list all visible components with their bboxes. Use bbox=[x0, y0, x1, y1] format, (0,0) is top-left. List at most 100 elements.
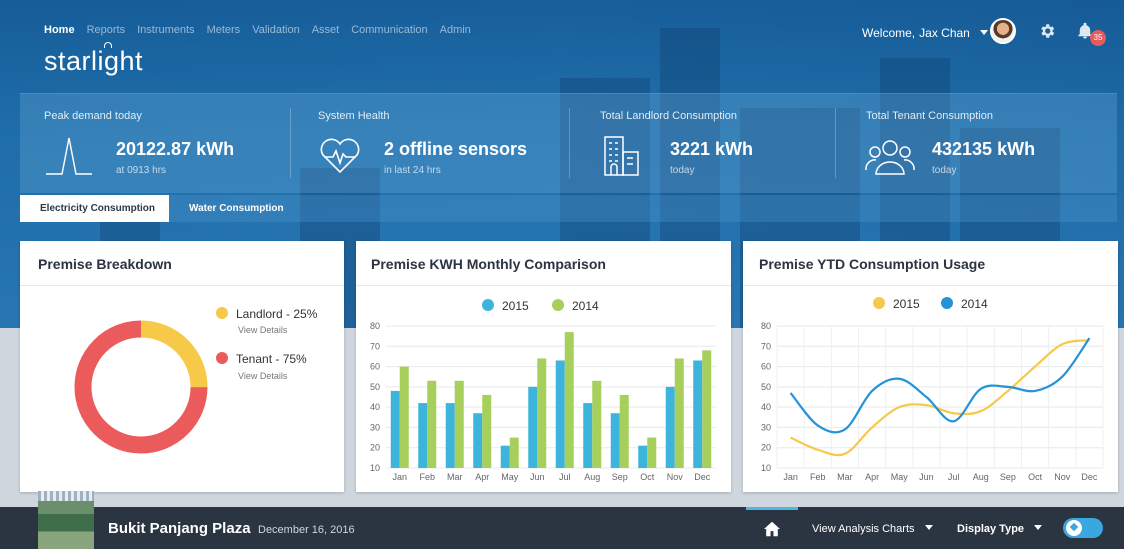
bar-2014-apr[interactable] bbox=[482, 394, 492, 468]
bar-2014-may[interactable] bbox=[509, 437, 519, 468]
bar-2015-jan[interactable] bbox=[390, 390, 400, 468]
bar-2015-oct[interactable] bbox=[638, 445, 648, 468]
bar-2015-nov[interactable] bbox=[665, 386, 675, 468]
user-menu[interactable]: Welcome, Jax Chan bbox=[862, 26, 988, 40]
bar-2015-feb[interactable] bbox=[418, 403, 428, 468]
heart-pulse-icon bbox=[320, 138, 360, 174]
x-tick-label: May bbox=[891, 472, 909, 482]
x-tick-label: Sep bbox=[1000, 472, 1016, 482]
x-tick-label: Aug bbox=[584, 472, 600, 482]
bar-2015-sep[interactable] bbox=[610, 413, 620, 468]
bar-2015-dec[interactable] bbox=[693, 360, 703, 468]
nav-admin[interactable]: Admin bbox=[440, 24, 471, 36]
chevron-down-icon bbox=[1034, 525, 1043, 530]
y-tick-label: 50 bbox=[761, 382, 771, 392]
x-tick-label: Jul bbox=[559, 472, 571, 482]
stats-panel: Peak demand today 20122.87 kWh at 0913 h… bbox=[20, 93, 1117, 193]
main-nav: Home Reports Instruments Meters Validati… bbox=[44, 24, 483, 36]
bar-2015-mar[interactable] bbox=[445, 403, 455, 468]
y-tick-label: 50 bbox=[370, 382, 380, 392]
legend-tenant-label: Tenant - 75% bbox=[236, 352, 307, 366]
stat-peak-label: Peak demand today bbox=[44, 110, 142, 122]
monthly-bar-chart: 10 20 30 40 50 60 70 80 Jan Feb Mar Apr May Jun Jul Aug… bbox=[370, 321, 716, 482]
y-tick-label: 20 bbox=[761, 443, 771, 453]
y-tick-label: 10 bbox=[761, 463, 771, 473]
y-tick-label: 60 bbox=[370, 362, 380, 372]
home-active-indicator bbox=[746, 507, 798, 510]
bar-2014-oct[interactable] bbox=[647, 437, 657, 468]
x-tick-label: Sep bbox=[612, 472, 628, 482]
legend-tenant[interactable]: Tenant - 75% bbox=[216, 352, 307, 366]
nav-asset[interactable]: Asset bbox=[312, 24, 340, 36]
y-tick-label: 40 bbox=[370, 402, 380, 412]
premise-name[interactable]: Bukit Panjang Plaza bbox=[108, 520, 251, 537]
stat-landlord-value: 3221 kWh bbox=[670, 139, 754, 159]
app-logo[interactable]: starlight bbox=[44, 42, 143, 77]
bar-2014-sep[interactable] bbox=[619, 394, 629, 468]
pin-toggle[interactable] bbox=[1063, 518, 1103, 538]
stat-peak-demand: Peak demand today 20122.87 kWh at 0913 h… bbox=[44, 94, 284, 194]
bar-2014-feb[interactable] bbox=[427, 380, 437, 468]
nav-validation[interactable]: Validation bbox=[252, 24, 300, 36]
nav-meters[interactable]: Meters bbox=[207, 24, 241, 36]
x-tick-label: Jan bbox=[783, 472, 798, 482]
stat-landlord-label: Total Landlord Consumption bbox=[600, 110, 737, 122]
bar-2014-jul[interactable] bbox=[564, 332, 574, 468]
bar-2014-dec[interactable] bbox=[702, 350, 712, 468]
bar-2015-jul[interactable] bbox=[555, 360, 565, 468]
stat-tenant-label: Total Tenant Consumption bbox=[866, 110, 993, 122]
x-tick-label: Oct bbox=[640, 472, 655, 482]
analysis-charts-label: View Analysis Charts bbox=[812, 523, 915, 535]
x-tick-label: Nov bbox=[667, 472, 684, 482]
donut-chart bbox=[74, 320, 208, 454]
tab-electricity[interactable]: Electricity Consumption bbox=[20, 195, 169, 222]
y-tick-label: 30 bbox=[761, 422, 771, 432]
tab-water[interactable]: Water Consumption bbox=[169, 195, 304, 222]
chevron-down-icon bbox=[924, 525, 933, 530]
bar-2014-mar[interactable] bbox=[454, 380, 464, 468]
analysis-charts-dropdown[interactable]: View Analysis Charts bbox=[812, 523, 933, 535]
x-tick-label: Jun bbox=[919, 472, 934, 482]
view-details-landlord-link[interactable]: View Details bbox=[238, 325, 287, 335]
building-icon bbox=[604, 136, 639, 176]
home-icon[interactable] bbox=[763, 521, 781, 537]
view-details-tenant-link[interactable]: View Details bbox=[238, 371, 287, 381]
x-tick-label: Dec bbox=[1081, 472, 1098, 482]
bar-2015-apr[interactable] bbox=[473, 413, 483, 468]
stat-divider bbox=[569, 108, 570, 178]
stat-landlord-consumption: Total Landlord Consumption 3221 kWh toda… bbox=[600, 94, 840, 194]
legend-landlord[interactable]: Landlord - 25% bbox=[216, 307, 317, 321]
nav-reports[interactable]: Reports bbox=[87, 24, 126, 36]
bar-2014-aug[interactable] bbox=[592, 380, 602, 468]
avatar[interactable] bbox=[990, 18, 1016, 44]
y-tick-label: 60 bbox=[761, 362, 771, 372]
bar-2015-aug[interactable] bbox=[583, 403, 593, 468]
nav-home[interactable]: Home bbox=[44, 24, 75, 36]
stat-tenant-value: 432135 kWh bbox=[932, 139, 1036, 159]
gear-icon[interactable] bbox=[1038, 22, 1056, 40]
bar-2014-nov[interactable] bbox=[674, 358, 684, 468]
nav-communication[interactable]: Communication bbox=[351, 24, 427, 36]
nav-instruments[interactable]: Instruments bbox=[137, 24, 194, 36]
bar-2015-may[interactable] bbox=[500, 445, 510, 468]
stat-health-sub: in last 24 hrs bbox=[384, 165, 441, 176]
bar-2015-jun[interactable] bbox=[528, 386, 538, 468]
y-tick-label: 70 bbox=[761, 341, 771, 351]
stat-health-value: 2 offline sensors bbox=[384, 139, 528, 159]
user-name: Jax Chan bbox=[919, 26, 970, 40]
x-tick-label: Mar bbox=[447, 472, 463, 482]
bar-2014-jun[interactable] bbox=[537, 358, 547, 468]
display-type-dropdown[interactable]: Display Type bbox=[957, 523, 1043, 535]
card-monthly-comparison: Premise KWH Monthly Comparison 2015 2014… bbox=[356, 241, 731, 492]
bar-2014-jan[interactable] bbox=[399, 366, 409, 468]
notification-badge[interactable]: 35 bbox=[1090, 30, 1106, 46]
x-tick-label: Jan bbox=[392, 472, 407, 482]
ytd-line-chart: 10 20 30 40 50 60 70 80 Jan Feb Mar Apr May Jun Jul Aug… bbox=[761, 321, 1104, 482]
stat-divider bbox=[290, 108, 291, 178]
x-tick-label: Aug bbox=[973, 472, 989, 482]
pin-icon bbox=[1066, 520, 1082, 536]
x-tick-label: Feb bbox=[419, 472, 435, 482]
premise-date: December 16, 2016 bbox=[258, 524, 355, 536]
logo-signal-icon bbox=[104, 42, 112, 48]
premise-thumbnail[interactable] bbox=[38, 491, 94, 549]
